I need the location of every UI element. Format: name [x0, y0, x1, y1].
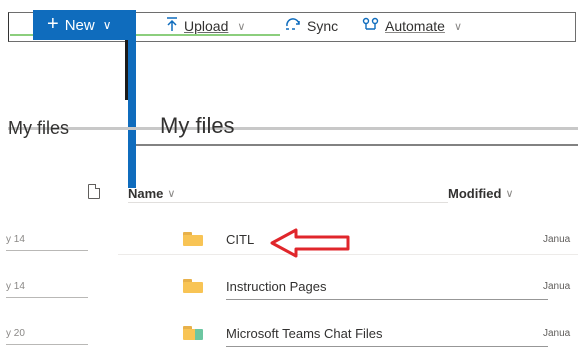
- new-button[interactable]: + New ∨: [33, 10, 136, 40]
- divider: [6, 297, 88, 298]
- row-name[interactable]: CITL: [226, 232, 254, 247]
- file-type-icon[interactable]: [88, 184, 100, 199]
- column-modified[interactable]: Modified ∨: [448, 186, 514, 201]
- column-header: Name ∨ Modified ∨: [0, 180, 578, 206]
- sync-label: Sync: [307, 18, 339, 34]
- folder-icon: [183, 232, 203, 246]
- folder-icon: [183, 279, 203, 293]
- row-name[interactable]: Instruction Pages: [226, 279, 326, 294]
- sync-button[interactable]: Sync: [284, 15, 338, 37]
- new-button-label: New: [64, 16, 95, 34]
- teams-folder-icon: [183, 326, 203, 340]
- chevron-down-icon: ∨: [102, 18, 112, 32]
- automate-icon: [362, 17, 380, 35]
- breadcrumb-bar: [8, 127, 578, 130]
- column-name-label: Name: [128, 186, 164, 201]
- chevron-down-icon: ∨: [237, 20, 246, 33]
- automate-label: Automate: [385, 18, 445, 34]
- upload-icon: [165, 16, 179, 36]
- chevron-down-icon: ∨: [453, 20, 462, 33]
- row-date: y 14: [6, 281, 25, 292]
- chevron-down-icon: ∨: [167, 188, 176, 200]
- header-divider: [128, 202, 448, 203]
- plus-icon: +: [47, 13, 59, 35]
- automate-button[interactable]: Automate ∨: [362, 15, 462, 37]
- divider: [226, 299, 548, 300]
- divider: [6, 344, 88, 345]
- row-date: y 20: [6, 328, 25, 339]
- selection-rail: [128, 38, 136, 188]
- breadcrumb[interactable]: My files: [8, 118, 69, 139]
- divider: [6, 250, 88, 251]
- divider: [226, 346, 548, 347]
- column-name[interactable]: Name ∨: [128, 186, 175, 201]
- chevron-down-icon: ∨: [505, 188, 514, 200]
- upload-button[interactable]: Upload ∨: [165, 15, 245, 37]
- row-name[interactable]: Microsoft Teams Chat Files: [226, 326, 383, 341]
- upload-label: Upload: [184, 18, 229, 34]
- page-title: My files: [160, 113, 235, 138]
- table-row[interactable]: y 14 Instruction Pages Janua: [0, 267, 578, 307]
- row-modified: Janua: [543, 281, 571, 292]
- annotation-arrow-icon: [270, 228, 350, 258]
- sync-icon: [284, 17, 302, 35]
- title-divider: [136, 144, 578, 146]
- table-row[interactable]: y 20 Microsoft Teams Chat Files Janua: [0, 314, 578, 354]
- row-modified: Janua: [543, 234, 571, 245]
- row-modified: Janua: [543, 328, 571, 339]
- column-modified-label: Modified: [448, 186, 502, 201]
- row-date: y 14: [6, 234, 25, 245]
- command-bar: + New ∨ Upload ∨ Sync Automate ∨: [0, 0, 578, 46]
